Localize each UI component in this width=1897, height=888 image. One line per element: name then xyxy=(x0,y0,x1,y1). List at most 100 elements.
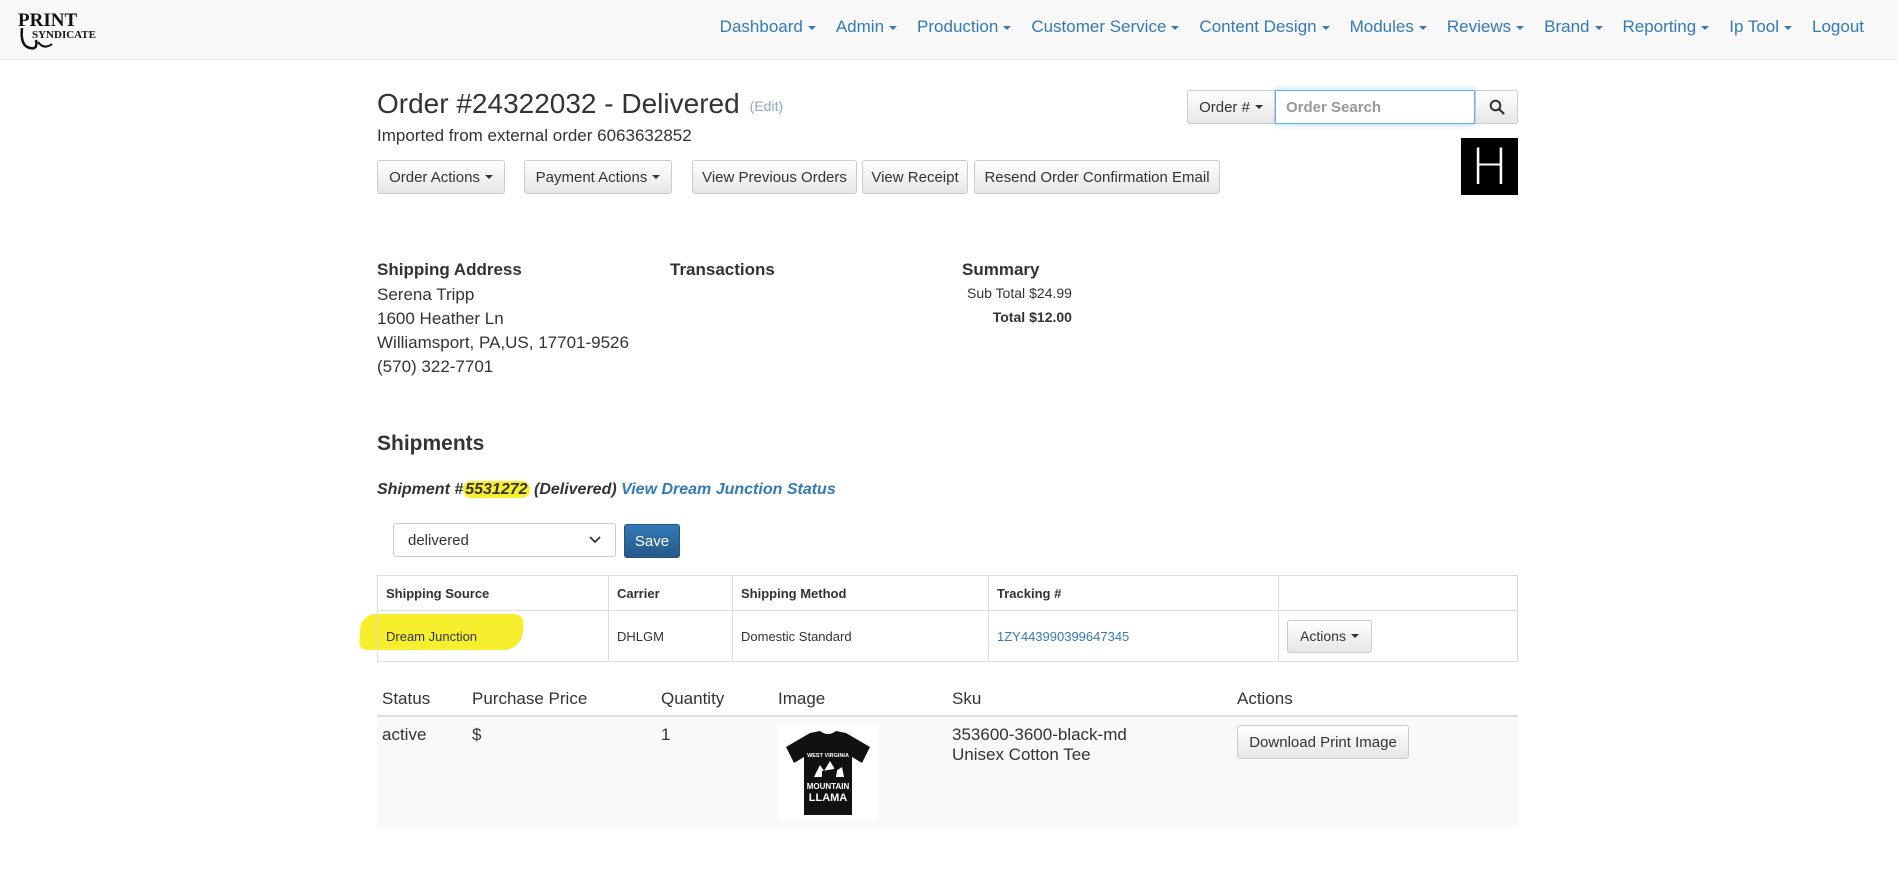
address-street: 1600 Heather Ln xyxy=(377,309,504,328)
nav-reporting[interactable]: Reporting xyxy=(1613,17,1720,37)
caret-down-icon xyxy=(1003,25,1012,30)
item-quantity: 1 xyxy=(656,716,773,828)
nav-dashboard[interactable]: Dashboard xyxy=(710,17,826,37)
shipping-address-heading: Shipping Address xyxy=(377,260,522,279)
chevron-down-icon xyxy=(589,536,601,544)
subtotal-label: Sub Total xyxy=(967,285,1026,301)
shipment-number: 5531272 xyxy=(463,481,530,498)
shipment-actions-button[interactable]: Actions xyxy=(1287,619,1372,653)
carrier-cell: DHLGM xyxy=(608,610,733,662)
address-phone: (570) 322-7701 xyxy=(377,357,494,376)
caret-down-icon xyxy=(1418,25,1427,30)
col-image: Image xyxy=(773,683,947,717)
transactions-heading: Transactions xyxy=(670,260,775,279)
col-tracking: Tracking # xyxy=(988,575,1279,611)
nav-menu: Dashboard Admin Production Customer Serv… xyxy=(710,0,1874,54)
items-table-header: Status Purchase Price Quantity Image Sku… xyxy=(377,683,1518,717)
save-status-button[interactable]: Save xyxy=(624,524,680,558)
caret-down-icon xyxy=(1254,105,1263,109)
nav-production[interactable]: Production xyxy=(907,17,1021,37)
shipment-table: Shipping Source Carrier Shipping Method … xyxy=(377,575,1518,662)
caret-down-icon xyxy=(1171,25,1180,30)
table-row: active $ 1 WEST VIRGINIA MOUNTAIN LLAMA … xyxy=(377,716,1518,828)
search-button[interactable] xyxy=(1475,90,1518,124)
col-purchase-price: Purchase Price xyxy=(467,683,656,717)
item-price: $ xyxy=(467,716,656,828)
order-search-input[interactable] xyxy=(1275,90,1475,124)
table-row: Dream Junction DHLGM Domestic Standard 1… xyxy=(377,610,1518,662)
logo-text-line-1: PRINT xyxy=(18,10,77,31)
resend-confirmation-button[interactable]: Resend Order Confirmation Email xyxy=(974,160,1220,194)
transactions-section: Transactions xyxy=(670,258,775,283)
item-actions-cell: Download Print Image xyxy=(1232,716,1518,828)
shirt-text-1: WEST VIRGINIA xyxy=(807,753,849,759)
shipment-status-select[interactable]: delivered xyxy=(393,523,616,557)
item-product-name: Unisex Cotton Tee xyxy=(952,745,1091,764)
caret-down-icon xyxy=(807,25,816,30)
shipments-heading: Shipments xyxy=(377,432,485,455)
subtotal-row: Sub Total $24.99 xyxy=(962,283,1076,307)
nav-ip-tool[interactable]: Ip Tool xyxy=(1719,17,1802,37)
shipment-prefix: Shipment # xyxy=(377,481,464,498)
nav-reviews[interactable]: Reviews xyxy=(1437,17,1534,37)
tracking-cell: 1ZY443990399647345 xyxy=(988,610,1279,662)
shipment-title: Shipment #5531272 (Delivered) View Dream… xyxy=(377,481,836,499)
search-icon xyxy=(1489,99,1505,115)
total-value: $12.00 xyxy=(1029,309,1072,325)
shipping-address-section: Shipping Address Serena Tripp 1600 Heath… xyxy=(377,258,629,379)
summary-heading: Summary xyxy=(962,260,1040,279)
col-carrier: Carrier xyxy=(608,575,733,611)
shipping-method-cell: Domestic Standard xyxy=(732,610,989,662)
item-status: active xyxy=(377,716,467,828)
shipment-status-text: (Delivered) xyxy=(533,481,617,498)
shipping-source-cell: Dream Junction xyxy=(377,610,609,662)
caret-down-icon xyxy=(1321,25,1330,30)
nav-modules[interactable]: Modules xyxy=(1340,17,1437,37)
shipment-table-header: Shipping Source Carrier Shipping Method … xyxy=(377,575,1518,611)
nav-admin[interactable]: Admin xyxy=(826,17,907,37)
tracking-link[interactable]: 1ZY443990399647345 xyxy=(997,629,1129,644)
brand-logo: H xyxy=(1461,138,1518,195)
order-search-group: Order # xyxy=(1187,90,1518,124)
order-actions-label: Order Actions xyxy=(389,168,480,186)
nav-content-design[interactable]: Content Design xyxy=(1189,17,1339,37)
caret-down-icon xyxy=(1701,25,1710,30)
item-sku-cell: 353600-3600-black-md Unisex Cotton Tee xyxy=(947,716,1232,828)
view-dream-junction-status-link[interactable]: View Dream Junction Status xyxy=(621,481,836,498)
nav-logout[interactable]: Logout xyxy=(1802,17,1874,37)
tshirt-image: WEST VIRGINIA MOUNTAIN LLAMA xyxy=(786,730,870,815)
subtotal-value: $24.99 xyxy=(1029,285,1072,301)
search-type-dropdown[interactable]: Order # xyxy=(1187,90,1275,124)
caret-down-icon xyxy=(652,175,661,179)
download-print-image-button[interactable]: Download Print Image xyxy=(1237,725,1409,759)
item-sku: 353600-3600-black-md xyxy=(952,725,1127,744)
nav-brand[interactable]: Brand xyxy=(1534,17,1612,37)
caret-down-icon xyxy=(1784,25,1792,30)
summary-section: Summary Sub Total $24.99 Total $12.00 xyxy=(962,258,1076,331)
view-previous-orders-button[interactable]: View Previous Orders xyxy=(692,160,857,194)
logo-text-line-2: SYNDICATE xyxy=(32,29,96,41)
product-thumbnail[interactable]: WEST VIRGINIA MOUNTAIN LLAMA xyxy=(778,725,878,820)
edit-order-link[interactable]: (Edit) xyxy=(750,98,783,114)
shirt-text-2: MOUNTAIN xyxy=(807,782,850,791)
col-actions xyxy=(1278,575,1518,611)
nav-customer-service[interactable]: Customer Service xyxy=(1021,17,1189,37)
order-items-table: Status Purchase Price Quantity Image Sku… xyxy=(377,683,1518,828)
order-actions-button[interactable]: Order Actions xyxy=(377,160,505,194)
caret-down-icon xyxy=(1594,25,1603,30)
address-name: Serena Tripp xyxy=(377,285,475,304)
search-type-label: Order # xyxy=(1199,98,1250,116)
payment-actions-button[interactable]: Payment Actions xyxy=(524,160,672,194)
total-row: Total $12.00 xyxy=(962,307,1076,331)
col-item-actions: Actions xyxy=(1232,683,1518,717)
shirt-text-3: LLAMA xyxy=(809,792,848,804)
order-title-text: Order #24322032 - Delivered xyxy=(377,88,740,119)
shipment-actions-label: Actions xyxy=(1300,628,1346,644)
col-status: Status xyxy=(377,683,467,717)
print-syndicate-logo[interactable]: PRINT SYNDICATE xyxy=(18,6,98,52)
status-select-value: delivered xyxy=(408,531,469,549)
col-quantity: Quantity xyxy=(656,683,773,717)
item-image-cell: WEST VIRGINIA MOUNTAIN LLAMA xyxy=(773,716,947,828)
view-receipt-button[interactable]: View Receipt xyxy=(862,160,968,194)
col-shipping-source: Shipping Source xyxy=(377,575,609,611)
